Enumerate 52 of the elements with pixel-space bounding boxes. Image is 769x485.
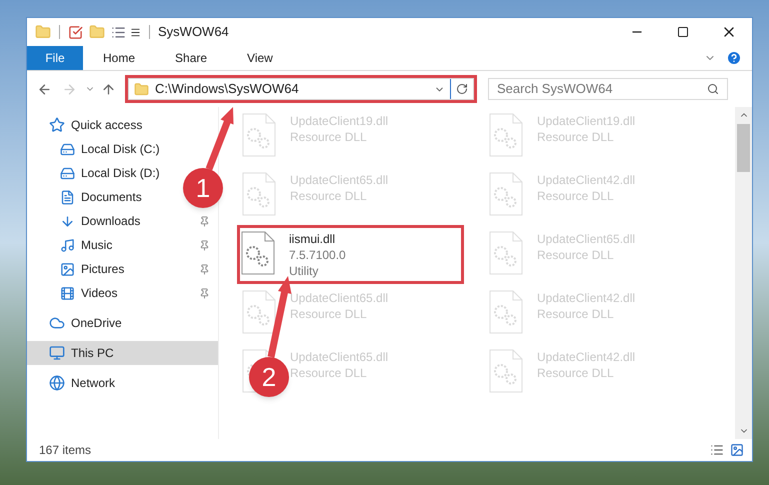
nav-item-icon (60, 166, 75, 180)
view-list-icon[interactable] (111, 24, 126, 40)
search-icon (707, 83, 719, 95)
nav-item-icon (60, 286, 75, 300)
nav-item-icon (60, 262, 75, 276)
window-title: SysWOW64 (158, 23, 229, 42)
properties-icon[interactable] (68, 24, 83, 40)
step-number: 2 (249, 357, 289, 397)
ribbon-tab[interactable]: Home (83, 46, 156, 70)
search-placeholder: Search SysWOW64 (497, 80, 613, 98)
help-icon[interactable] (726, 50, 742, 66)
nav-item[interactable]: Pictures (27, 257, 218, 281)
nav-item[interactable]: Local Disk (C:) (27, 137, 168, 161)
item-count: 167 items (39, 442, 92, 459)
nav-item[interactable]: Music (27, 233, 218, 257)
ribbon-tab[interactable]: View (227, 46, 293, 70)
search-field[interactable]: Search SysWOW64 (488, 78, 728, 100)
large-icons-view-icon[interactable] (730, 443, 744, 457)
nav-item-icon (60, 142, 75, 156)
nav-item[interactable]: Quick access (27, 113, 150, 137)
address-path: C:\Windows\SysWOW64 (155, 80, 299, 98)
nav-item-icon (60, 238, 75, 252)
file-type: Utility (289, 263, 320, 279)
nav-item-icon (49, 345, 65, 361)
nav-item[interactable]: Documents (27, 185, 150, 209)
file-version: 7.5.7100.0 (289, 247, 346, 263)
nav-item[interactable]: Downloads (27, 209, 218, 233)
maximize-icon (677, 26, 689, 38)
step-number: 1 (183, 168, 223, 208)
scrollbar[interactable] (735, 107, 752, 439)
up-icon[interactable] (101, 82, 116, 96)
nav-item[interactable]: This PC (27, 341, 218, 365)
nav-item-icon (49, 117, 65, 133)
nav-item[interactable]: Local Disk (D:) (27, 161, 168, 185)
nav-item-icon (49, 375, 65, 391)
file-menu-tab[interactable]: File (27, 46, 83, 70)
nav-item[interactable]: Network (27, 371, 124, 395)
customize-toolbar-icon[interactable] (130, 26, 141, 38)
nav-item[interactable]: OneDrive (27, 311, 130, 335)
back-icon[interactable] (37, 82, 52, 96)
pointer-arrow (206, 107, 234, 170)
folder-icon (134, 82, 149, 96)
nav-item-icon (60, 190, 75, 204)
details-view-icon[interactable] (710, 443, 724, 457)
ribbon-tab[interactable]: Share (155, 46, 228, 70)
scrollbar-thumb[interactable] (737, 124, 750, 172)
nav-item-icon (60, 214, 75, 228)
address-field[interactable]: C:\Windows\SysWOW64 (128, 78, 474, 100)
nav-item-icon (49, 315, 65, 331)
file-name: iismui.dll (289, 231, 336, 247)
refresh-icon[interactable] (456, 83, 468, 95)
nav-item[interactable]: Videos (27, 281, 218, 305)
